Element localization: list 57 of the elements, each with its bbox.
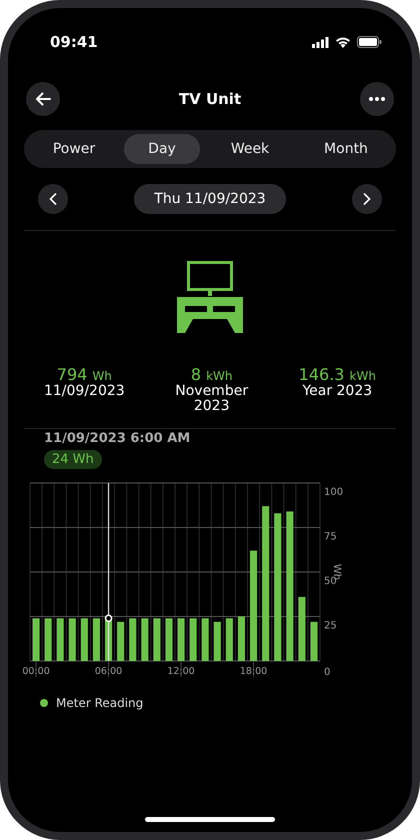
y-tick-label: 25 — [324, 620, 337, 632]
x-tick-label: 00:00 — [22, 666, 50, 677]
chevron-right-icon — [362, 193, 371, 205]
stat-value: 8 kWh — [190, 365, 233, 384]
y-tick-label: 0 — [324, 667, 330, 678]
y-tick-label: 75 — [324, 532, 337, 542]
x-tick-label: 12:00 — [167, 666, 195, 677]
x-tick-label: 06:00 — [94, 666, 122, 677]
stat-label: Year 2023 — [302, 384, 372, 399]
date-picker[interactable]: Thu 11/09/2023 — [134, 184, 286, 214]
bar — [310, 622, 318, 661]
y-tick-label: 100 — [324, 487, 344, 498]
y-tick-label: 50 — [324, 576, 337, 587]
wifi-icon — [335, 36, 351, 48]
more-button[interactable] — [360, 82, 394, 116]
next-button[interactable] — [352, 184, 382, 214]
back-button[interactable] — [26, 82, 60, 116]
back-arrow-icon — [35, 92, 51, 106]
bar — [141, 618, 148, 661]
signal-icon — [312, 36, 329, 48]
stat-label: 11/09/2023 — [44, 384, 125, 399]
legend-label: Meter Reading — [56, 696, 144, 710]
bar — [298, 596, 306, 661]
tab[interactable]: Power — [28, 134, 120, 164]
stat-label: November 2023 — [174, 384, 250, 414]
bar — [238, 616, 245, 661]
x-tick-label: 18:00 — [240, 666, 268, 677]
tab[interactable]: Day — [124, 134, 200, 164]
bar — [226, 618, 233, 661]
bar — [117, 622, 124, 661]
reading-time: 11/09/2023 6:00 AM — [44, 431, 192, 446]
bar — [190, 618, 197, 661]
bar — [165, 618, 172, 661]
chevron-left-icon — [49, 193, 57, 205]
tv-unit-icon — [175, 261, 245, 333]
bar — [214, 622, 221, 661]
bar — [68, 618, 76, 661]
stat-value: 146.3 kWh — [298, 365, 376, 384]
previous-button[interactable] — [38, 184, 68, 214]
screen-title: TV Unit — [178, 90, 242, 108]
bar — [153, 618, 160, 661]
more-icon — [368, 97, 385, 101]
tab[interactable]: Month — [300, 134, 392, 164]
bar — [129, 618, 136, 661]
bar — [202, 618, 209, 661]
cursor-marker — [104, 614, 112, 622]
status-time: 09:41 — [50, 33, 98, 51]
tab[interactable]: Week — [204, 134, 296, 164]
bar — [178, 618, 185, 661]
bar — [56, 618, 64, 661]
battery-icon — [357, 36, 382, 48]
bar — [92, 618, 100, 661]
bar — [44, 618, 52, 661]
bar — [32, 618, 40, 661]
bar — [80, 618, 88, 661]
stat-value: 794 Wh — [56, 365, 112, 384]
reading-value: 24 Wh — [44, 450, 102, 469]
